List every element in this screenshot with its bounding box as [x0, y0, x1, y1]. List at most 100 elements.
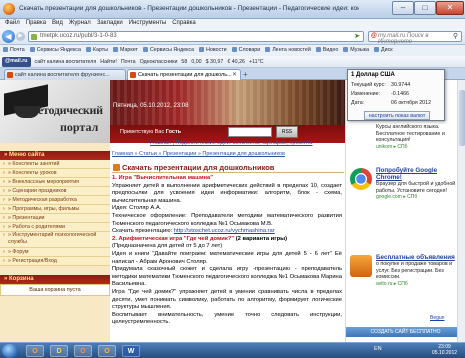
main-content: Главная » Статьи » Презентации » Презент…: [110, 150, 345, 342]
sidebar-item-holidays[interactable]: » Сценарии праздников: [0, 187, 110, 196]
download-link[interactable]: http://stoschet.ucoz.ru/vychmashina.rar: [174, 228, 275, 234]
toolbar-eur[interactable]: € 40,26: [227, 56, 245, 67]
bookmark-item[interactable]: Диск: [374, 45, 393, 56]
search-input[interactable]: @ my.mail.ru Поиск в Интернете ⚲: [368, 31, 462, 45]
forward-button[interactable]: ▶: [16, 32, 25, 41]
bookmark-icon: [343, 47, 349, 52]
navigation-bar: ◀ ▶ tmetpk.ucoz.ru/publ/3-1-0-83 ➤ @ my.…: [0, 28, 465, 45]
toolbar-mail[interactable]: Почта: [121, 56, 136, 67]
login-field[interactable]: [228, 127, 272, 137]
breadcrumb[interactable]: Главная » Статьи » Презентации » Презент…: [112, 151, 344, 157]
menu-history[interactable]: Журнал: [69, 19, 91, 28]
page-scrollbar[interactable]: [457, 80, 465, 342]
bookmark-item[interactable]: Почта: [3, 45, 25, 56]
clock[interactable]: 23:09 05.10.2012: [432, 344, 457, 356]
sidebar-item-forum[interactable]: » Форум: [0, 248, 110, 257]
chrome-logo-icon: [350, 168, 372, 190]
taskbar-app-d[interactable]: D: [50, 345, 68, 357]
sidebar-item-lessons[interactable]: » Конспекты уроков: [0, 169, 110, 178]
sidebar-item-parents[interactable]: » Работа с родителями: [0, 223, 110, 232]
classifieds-logo-icon: [350, 255, 372, 277]
bookmark-item[interactable]: Сервисы Яндекса: [29, 45, 81, 56]
ad-title[interactable]: Бесплатные объявления: [376, 254, 460, 261]
maximize-button[interactable]: □: [414, 1, 436, 15]
toolbar-odnoklassniki[interactable]: Одноклассники: [140, 56, 178, 67]
bookmark-item[interactable]: Новости: [199, 45, 227, 56]
left-sidebar: » Меню сайта » Конспекты занятий » Консп…: [0, 143, 110, 342]
sidebar-item-events[interactable]: » Внеклассные мероприятия: [0, 178, 110, 187]
ad-english-courses[interactable]: Курсы английского языка. Бесплатное тест…: [376, 124, 460, 150]
tab-label: сайт калина воспитателя фрунзенс...: [15, 72, 110, 78]
menu-view[interactable]: Вид: [52, 19, 63, 28]
toolbar-find-button[interactable]: Найти!: [100, 56, 117, 67]
bookmark-item[interactable]: Музыка: [343, 45, 369, 56]
header-date: Пятница, 05.10.2012, 23:08: [113, 103, 189, 109]
sidebar-item-programs[interactable]: » Программы, игры, фильмы: [0, 205, 110, 214]
bookmark-item[interactable]: Видео: [315, 45, 338, 56]
scrollbar-thumb[interactable]: [459, 90, 465, 146]
bookmark-item[interactable]: Словари: [231, 45, 260, 56]
start-button[interactable]: [2, 344, 18, 358]
ad-title[interactable]: Попробуйте Google Chrome!: [376, 167, 460, 181]
minimize-button[interactable]: –: [392, 1, 414, 15]
logo-line-2: портал: [60, 120, 99, 134]
bookmark-item[interactable]: Карты: [85, 45, 108, 56]
site-logo[interactable]: етодический портал: [0, 80, 110, 143]
sidebar-item-lesson-notes[interactable]: » Конспекты занятий: [0, 160, 110, 169]
ad-chrome[interactable]: Попробуйте Google Chrome! Браузер для бы…: [376, 167, 460, 200]
cart-status: Ваша корзина пуста: [0, 284, 110, 296]
game-1-author: Идея: Столяр А.А.: [112, 205, 162, 212]
toolbar-count[interactable]: 58: [181, 56, 187, 67]
sidebar-item-methods[interactable]: » Методическая разработка: [0, 196, 110, 205]
new-tab-button[interactable]: +: [243, 70, 248, 79]
toolbar-search[interactable]: сайт калина воспитателя: [35, 56, 97, 67]
mail-logo[interactable]: @mail.ru: [2, 57, 31, 67]
tab-close-icon[interactable]: ✕: [232, 70, 237, 80]
taskbar-opera[interactable]: O: [26, 345, 44, 357]
taskbar-word[interactable]: W: [122, 345, 140, 357]
taskbar-firefox[interactable]: O: [74, 345, 92, 357]
search-icon[interactable]: ⚲: [453, 32, 458, 40]
bookmark-item[interactable]: Лента новостей: [265, 45, 311, 56]
toolbar-balance[interactable]: 0,00: [191, 56, 201, 67]
bookmark-icon: [374, 47, 380, 52]
close-button[interactable]: ✕: [436, 1, 464, 15]
address-text: tmetpk.ucoz.ru/publ/3-1-0-83: [40, 33, 117, 39]
menu-file[interactable]: Файл: [5, 19, 20, 28]
currency-value: 06 октября 2012: [391, 100, 432, 106]
toolbar-weather[interactable]: +11°C: [249, 56, 264, 67]
game-2-note: (2 варианта игры): [235, 235, 288, 242]
search-placeholder: my.mail.ru Поиск в Интернете: [378, 33, 429, 45]
configure-currency-button[interactable]: настроить показ валют: [364, 111, 430, 120]
back-button[interactable]: ◀: [2, 30, 15, 43]
download-row: Скачать презентацию: http://stoschet.uco…: [112, 228, 342, 236]
toolbar-usd[interactable]: $ 30,97: [206, 56, 224, 67]
ad-classifieds[interactable]: Бесплатные объявления о покупке и продаж…: [376, 254, 460, 287]
go-arrow-icon[interactable]: ➤: [354, 32, 360, 40]
bookmark-item[interactable]: Сервисы Яндекса: [142, 45, 194, 56]
menu-help[interactable]: Справка: [172, 19, 196, 28]
sub-navigation[interactable]: Главная | Педагогические идеи: конспекты…: [150, 140, 312, 146]
menu-bookmarks[interactable]: Закладки: [97, 19, 123, 28]
greeting-prefix: Приветствую Вас: [120, 129, 165, 135]
bookmark-icon: [231, 47, 237, 52]
language-indicator[interactable]: EN: [374, 346, 382, 352]
sidebar-item-psychology[interactable]: » Инструментарий психологической службы: [0, 232, 110, 248]
menu-tools[interactable]: Инструменты: [129, 19, 166, 28]
ads-provider[interactable]: Begun: [430, 315, 460, 321]
create-site-button[interactable]: СОЗДАТЬ САЙТ БЕСПЛАТНО: [346, 327, 465, 337]
menu-edit[interactable]: Правка: [26, 19, 46, 28]
tab-favicon-icon: [7, 72, 13, 78]
sidebar-item-presentations[interactable]: » Презентации: [0, 214, 110, 223]
tab-teacher-site[interactable]: сайт калина воспитателя фрунзенс...: [4, 69, 126, 80]
ads-provider-label: Begun: [430, 315, 445, 321]
page-title: Скачать презентации для дошкольников: [112, 162, 344, 173]
sidebar-item-register[interactable]: » Регистрация/Вход: [0, 257, 110, 266]
taskbar-app-o[interactable]: O: [98, 345, 116, 357]
address-bar[interactable]: tmetpk.ucoz.ru/publ/3-1-0-83 ➤: [28, 31, 364, 42]
sidebar-menu-title: » Меню сайта: [0, 151, 110, 160]
bookmarks-bar: Почта Сервисы Яндекса Карты Маркет Серви…: [0, 45, 465, 56]
rss-button[interactable]: RSS: [276, 126, 298, 138]
tab-presentations[interactable]: Скачать презентации для дошколь... ✕: [127, 69, 241, 80]
bookmark-item[interactable]: Маркет: [113, 45, 138, 56]
